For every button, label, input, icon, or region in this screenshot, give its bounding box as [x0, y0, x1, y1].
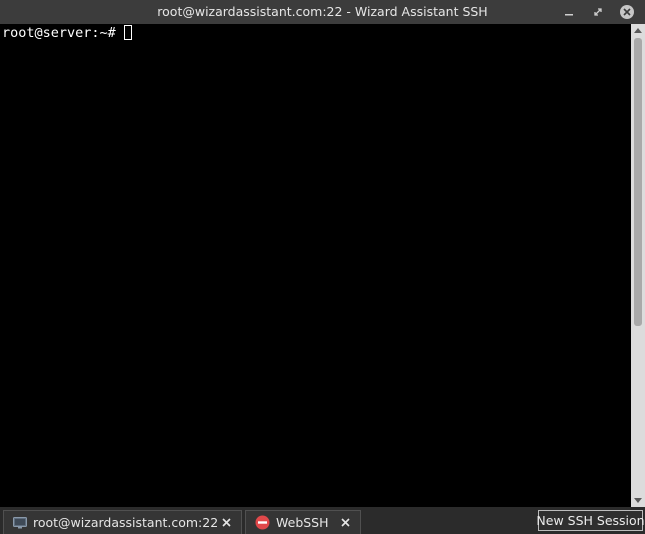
scroll-up-button[interactable]	[631, 24, 645, 36]
title-bar[interactable]: root@wizardassistant.com:22 - Wizard Ass…	[0, 0, 645, 24]
ssh-window: root@wizardassistant.com:22 - Wizard Ass…	[0, 0, 645, 534]
window-title: root@wizardassistant.com:22 - Wizard Ass…	[157, 4, 488, 19]
scroll-thumb[interactable]	[634, 38, 642, 326]
prompt-line: root@server:~#	[2, 24, 132, 41]
vertical-scrollbar[interactable]	[631, 24, 645, 507]
close-tab-icon[interactable]	[339, 517, 351, 529]
close-icon	[620, 5, 634, 19]
maximize-icon	[594, 8, 602, 16]
terminal-area[interactable]: root@server:~#	[0, 24, 631, 507]
maximize-button[interactable]	[590, 4, 606, 20]
scroll-down-button[interactable]	[631, 495, 645, 507]
tab-webssh[interactable]: WebSSH	[245, 510, 361, 534]
tab-label: root@wizardassistant.com:22	[33, 515, 219, 530]
arrow-up-icon	[634, 28, 642, 33]
minimize-button[interactable]	[561, 4, 577, 20]
close-window-button[interactable]	[619, 4, 635, 20]
monitor-icon	[13, 516, 27, 529]
shell-prompt: root@server:~#	[2, 24, 116, 41]
tab-label: WebSSH	[276, 515, 329, 530]
close-tab-icon[interactable]	[220, 517, 232, 529]
no-entry-icon	[255, 515, 270, 530]
tab-root-session[interactable]: root@wizardassistant.com:22	[3, 510, 242, 534]
new-ssh-session-button[interactable]: New SSH Session	[536, 510, 645, 531]
arrow-down-icon	[634, 498, 642, 503]
terminal-cursor	[123, 25, 132, 40]
minimize-icon	[565, 14, 573, 16]
